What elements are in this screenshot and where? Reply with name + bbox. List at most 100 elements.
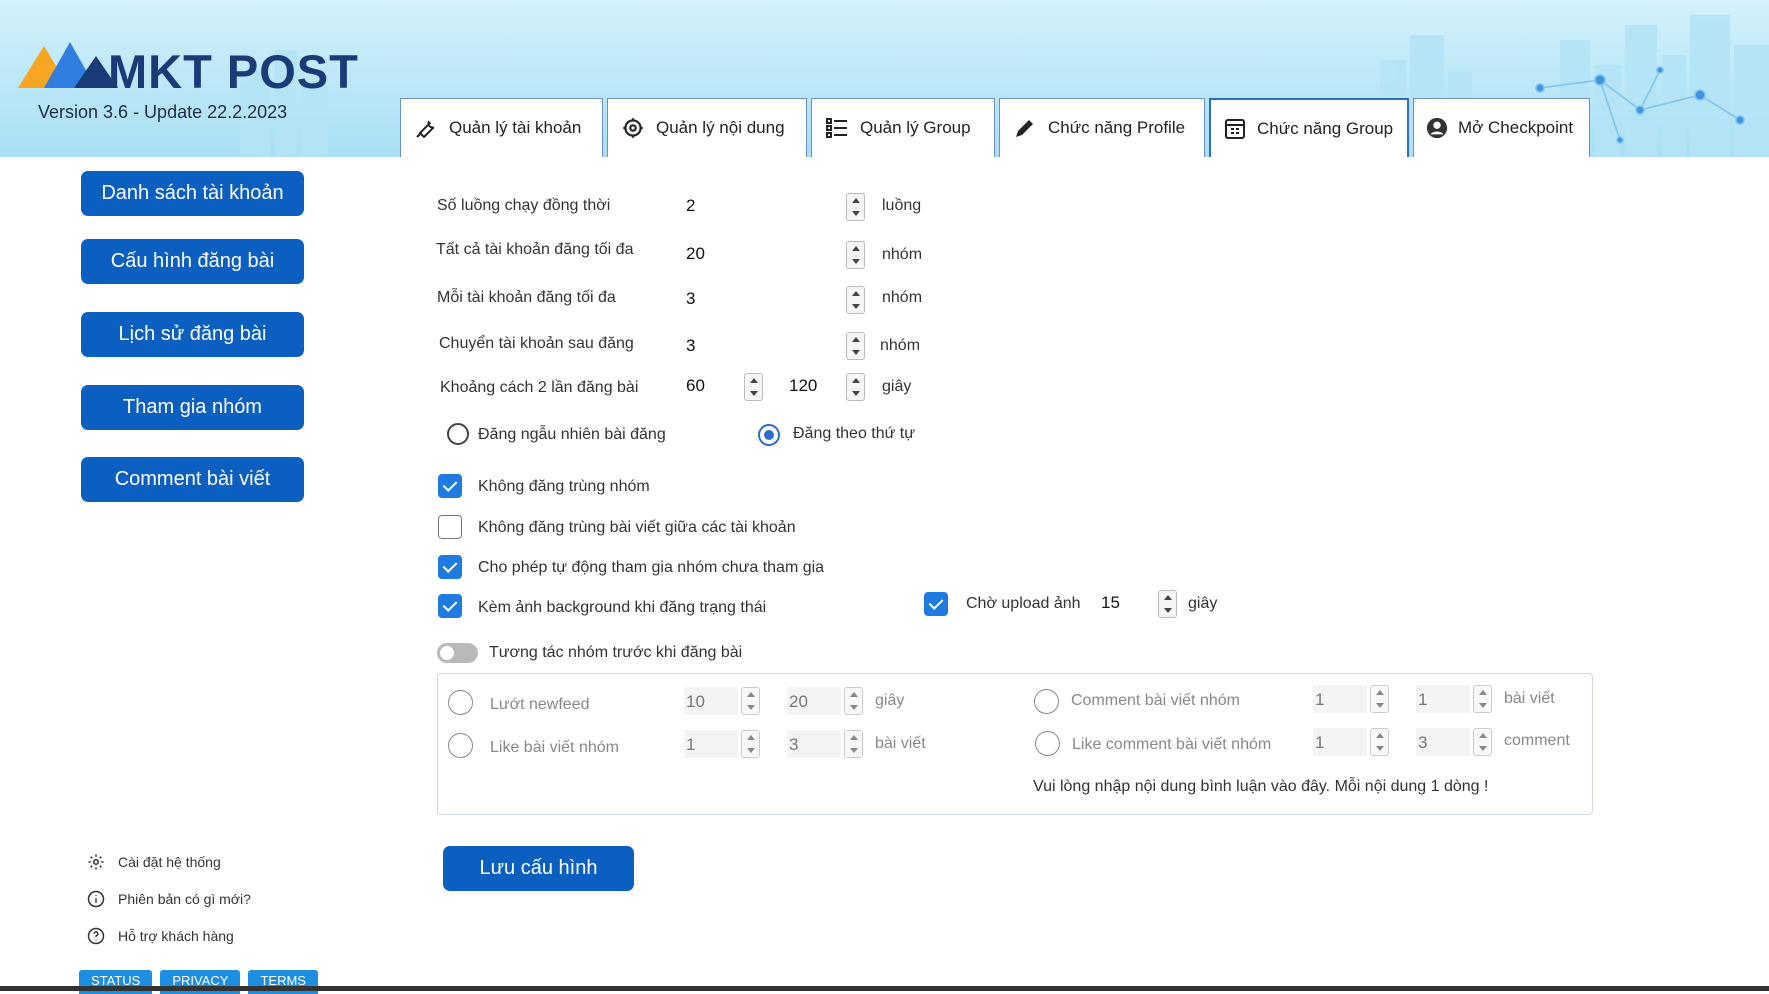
tab-account-management[interactable]: Quản lý tài khoản [400,98,603,157]
comment-posts-max-input[interactable] [1416,685,1470,713]
interaction-panel: Lướt newfeed giây Like bài viết nhóm bài… [437,673,1593,815]
sequential-order-radio[interactable] [758,424,780,446]
gear-icon [86,852,106,872]
like-posts-label: Like bài viết nhóm [490,739,619,756]
interval-max-input[interactable] [789,376,839,396]
wrench-icon [413,115,439,141]
help-icon [86,926,106,946]
each-max-unit: nhóm [882,289,923,306]
tab-label: Quản lý tài khoản [449,118,582,137]
link-label: Cài đặt hệ thống [118,854,221,870]
switch-account-input[interactable] [686,336,816,356]
like-comments-max-input[interactable] [1416,728,1470,756]
auto-join-group-label: Cho phép tự động tham gia nhóm chưa tham… [478,559,825,576]
content-settings-icon [620,115,646,141]
like-comments-max-stepper[interactable] [1473,728,1492,756]
tab-label: Quản lý Group [860,118,971,137]
scroll-feed-max-stepper[interactable] [844,687,863,715]
like-posts-min-stepper[interactable] [741,730,760,758]
threads-stepper[interactable] [846,193,865,221]
bottom-border [0,986,1769,991]
random-order-label: Đăng ngẫu nhiên bài đăng [478,426,666,443]
switch-account-unit: nhóm [880,337,921,354]
tab-profile-functions[interactable]: Chức năng Profile [999,98,1205,157]
like-posts-max-input[interactable] [787,730,841,758]
switch-account-label: Chuyển tài khoản sau đăng [439,335,634,352]
each-max-stepper[interactable] [846,286,865,314]
interact-group-label: Tương tác nhóm trước khi đăng bài [489,644,743,661]
join-group-button[interactable]: Tham gia nhóm [81,385,304,430]
mkt-logo-icon [18,42,118,88]
like-posts-min-input[interactable] [684,730,738,758]
scroll-feed-checkbox[interactable] [448,690,473,715]
interval-label: Khoảng cách 2 lần đăng bài [440,379,639,396]
tab-content-management[interactable]: Quản lý nội dung [607,98,807,157]
tab-open-checkpoint[interactable]: Mở Checkpoint [1413,98,1590,157]
all-max-input[interactable] [686,244,816,264]
all-max-stepper[interactable] [846,241,865,269]
upload-wait-stepper[interactable] [1158,590,1177,618]
auto-join-group-checkbox[interactable] [438,555,462,579]
like-comments-min-stepper[interactable] [1370,728,1389,756]
account-list-button[interactable]: Danh sách tài khoản [81,171,304,216]
link-label: Phiên bản có gì mới? [118,891,251,907]
sequential-order-label: Đăng theo thứ tự [793,425,915,442]
scroll-feed-unit: giây [875,692,905,709]
customer-support-link[interactable]: Hỗ trợ khách hàng [86,926,234,946]
brand-name: MKT POST [108,45,359,98]
background-image-checkbox[interactable] [438,594,462,618]
threads-unit: luồng [882,197,922,214]
background-image-label: Kèm ảnh background khi đăng trạng thái [478,599,767,616]
tab-label: Chức năng Group [1257,118,1394,138]
no-duplicate-post-label: Không đăng trùng bài viết giữa các tài k… [478,519,796,536]
comment-posts-min-stepper[interactable] [1370,685,1389,713]
comment-posts-checkbox[interactable] [1034,689,1059,714]
like-comments-checkbox[interactable] [1035,731,1060,756]
threads-input[interactable] [686,196,816,216]
tab-group-management[interactable]: Quản lý Group [811,98,995,157]
interval-min-input[interactable] [686,376,736,396]
switch-account-stepper[interactable] [846,332,865,360]
main-tabs: Quản lý tài khoản Quản lý nội dung Quản … [400,98,1590,157]
link-label: Hỗ trợ khách hàng [118,928,234,944]
like-posts-max-stepper[interactable] [844,730,863,758]
upload-wait-label: Chờ upload ảnh [966,595,1081,612]
tab-group-functions[interactable]: Chức năng Group [1209,98,1409,157]
list-icon [824,115,850,141]
like-comments-unit: comment [1504,732,1570,749]
save-config-button[interactable]: Lưu cấu hình [443,846,634,891]
interval-max-stepper[interactable] [846,373,865,401]
like-posts-unit: bài viết [875,735,926,752]
no-duplicate-post-checkbox[interactable] [438,515,462,539]
post-history-button[interactable]: Lịch sử đăng bài [81,312,304,357]
comment-post-button[interactable]: Comment bài viết [81,457,304,502]
info-icon [86,889,106,909]
comment-posts-min-input[interactable] [1313,685,1367,713]
scroll-feed-label: Lướt newfeed [490,696,590,713]
tab-label: Quản lý nội dung [656,118,785,137]
no-duplicate-group-label: Không đăng trùng nhóm [478,478,650,495]
upload-wait-checkbox[interactable] [924,592,948,616]
scroll-feed-min-stepper[interactable] [741,687,760,715]
like-comments-min-input[interactable] [1313,728,1367,756]
post-config-button[interactable]: Cấu hình đăng bài [81,239,304,284]
random-order-radio[interactable] [447,423,469,445]
scroll-feed-min-input[interactable] [684,687,738,715]
each-max-label: Mỗi tài khoản đăng tối đa [437,289,616,306]
comment-posts-label: Comment bài viết nhóm [1071,692,1240,709]
each-max-input[interactable] [686,289,816,309]
scroll-feed-max-input[interactable] [787,687,841,715]
system-settings-link[interactable]: Cài đặt hệ thống [86,852,221,872]
like-comments-label: Like comment bài viết nhóm [1072,736,1272,753]
comment-content-hint[interactable]: Vui lòng nhập nội dung bình luận vào đây… [1033,778,1488,796]
interact-group-toggle[interactable] [437,643,478,663]
interval-min-stepper[interactable] [744,373,763,401]
threads-label: Số luồng chạy đồng thời [437,197,611,214]
comment-posts-max-stepper[interactable] [1473,685,1492,713]
upload-wait-unit: giây [1188,595,1218,612]
like-posts-checkbox[interactable] [448,733,473,758]
whats-new-link[interactable]: Phiên bản có gì mới? [86,889,251,909]
upload-wait-input[interactable] [1101,593,1151,613]
tab-label: Mở Checkpoint [1458,118,1574,137]
no-duplicate-group-checkbox[interactable] [438,474,462,498]
